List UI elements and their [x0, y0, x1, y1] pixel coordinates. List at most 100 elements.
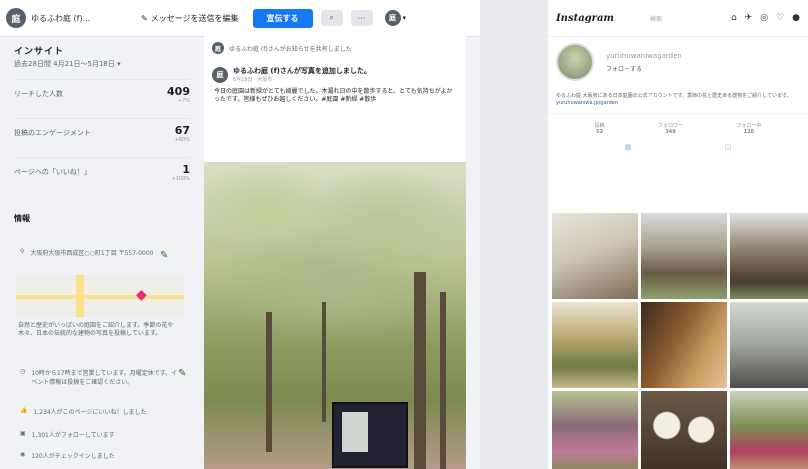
grid-photo[interactable] [552, 391, 638, 469]
grid-photo[interactable] [730, 213, 808, 299]
direct-icon[interactable]: ✈ [745, 13, 753, 23]
ig-nav-icons: ⌂ ✈ ◎ ♡ ● [731, 13, 800, 23]
edit-pencil-icon[interactable]: ✎ [160, 250, 168, 261]
tree-trunk [322, 302, 326, 422]
metric-label: 投稿のエンゲージメント [14, 129, 91, 137]
location-pin-icon: ⚲ [20, 248, 25, 255]
tagged-tab-icon[interactable]: ◫ [725, 143, 732, 151]
promote-button[interactable]: 宣伝する [252, 8, 313, 28]
likes-row: 👍 1,234人がこのページにいいね！しました [20, 407, 180, 416]
search-input[interactable]: 検索 [650, 14, 662, 23]
stat-followers[interactable]: フォロワー 349 [658, 122, 683, 135]
info-description: 自然と歴史がいっぱいの庭園をご紹介します。季節の花や木々、日本の伝統的な建物の写… [18, 322, 174, 337]
post-author[interactable]: ゆるふわ庭 (f)さんが写真を追加しました。 [233, 66, 371, 76]
metric-value: 67 +60% [175, 124, 190, 143]
edit-message-button[interactable]: ✎ メッセージを送信を編集 [141, 13, 239, 24]
address-text[interactable]: 大阪府大阪市西成区○○町1丁目 〒557-0000 [30, 248, 153, 257]
ig-stats: 投稿 52 フォロワー 349 フォロー中 120 [548, 113, 808, 139]
share-text: ゆるふわ庭 (f)さんがお知らせを共有しました [229, 45, 352, 53]
info-title: 情報 [14, 214, 30, 223]
grid-photo[interactable] [730, 302, 808, 388]
grid-photo[interactable] [552, 213, 638, 299]
stat-label: フォロー中 [736, 123, 762, 129]
metric-engagement[interactable]: 投稿のエンゲージメント 67 +60% [14, 118, 190, 147]
more-options-icon[interactable]: ··· [350, 10, 373, 26]
followers-row: ▣ 1,301人がフォローしています [20, 430, 180, 439]
post-author-avatar[interactable]: 庭 [212, 66, 228, 83]
ig-bio: ゆるふわ庭 大阪府にある日本庭園の公式アカウントです。季節の花と歴史ある建物をご… [548, 87, 808, 113]
likes-text: 1,234人がこのページにいいね！しました [33, 409, 147, 416]
stat-value: 120 [743, 129, 755, 135]
window-gap [480, 0, 548, 469]
followers-text: 1,301人がフォローしています [31, 432, 115, 439]
stat-value: 349 [665, 129, 676, 135]
post-avatar-small[interactable]: 庭 [212, 42, 224, 54]
post-body: 今日の庭園は新緑がとても綺麗でした。木漏れ日の中を散歩すると、とても気持ちがよか… [214, 88, 453, 103]
metric-value: 409 +7% [167, 85, 190, 104]
explore-icon[interactable]: ◎ [760, 13, 768, 23]
metric-number: 409 [167, 84, 190, 98]
insights-period[interactable]: 過去28日間 4月21日〜5月18日 ▾ [14, 59, 190, 69]
address-row: ⚲ 大阪府大阪市西成区○○町1丁目 〒557-0000 [20, 248, 180, 257]
stat-value: 52 [596, 129, 604, 135]
ig-username: yuruhuwaniwagarden [606, 51, 682, 60]
grid-photo[interactable] [552, 302, 638, 388]
chevron-down-icon[interactable]: ▾ [403, 14, 407, 22]
bio-text: ゆるふわ庭 大阪府にある日本庭園の公式アカウントです。季節の花と歴史ある建物をご… [556, 93, 792, 99]
metric-value: 1 +100% [172, 163, 190, 182]
metric-change: +60% [174, 136, 190, 143]
post-author-header: 庭 ゆるふわ庭 (f)さんが写真を追加しました。 5月18日 · 大阪市 · [204, 60, 466, 83]
page-name[interactable]: ゆるふわ庭 (f)... [31, 13, 111, 24]
instagram-page: Instagram 検索 ⌂ ✈ ◎ ♡ ● yuruhuwaniwagarde… [548, 0, 808, 469]
checkin-text: 120人がチェックインしました [31, 453, 115, 460]
instagram-logo[interactable]: Instagram [556, 13, 614, 24]
page-avatar[interactable]: 庭 [6, 8, 26, 28]
post-photo[interactable] [204, 162, 466, 469]
home-icon[interactable]: ⌂ [731, 13, 737, 23]
profile-icon[interactable]: ● [792, 13, 800, 23]
clock-icon: ◷ [20, 368, 26, 375]
metric-label: ページへの「いいね！」 [14, 168, 91, 176]
edit-pencil-icon[interactable]: ✎ [178, 368, 186, 379]
grid-tab-icon[interactable]: ▦ [625, 143, 632, 151]
metric-change: +100% [171, 175, 190, 182]
ig-profile-avatar[interactable] [556, 43, 594, 81]
insights-title: インサイト [14, 47, 65, 57]
feed-post: 庭 ゆるふわ庭 (f)さんがお知らせを共有しました 庭 ゆるふわ庭 (f)さんが… [204, 36, 466, 469]
account-avatar[interactable]: 庭 [384, 10, 401, 26]
grid-photo[interactable] [641, 213, 727, 299]
ig-top-bar: Instagram 検索 ⌂ ✈ ◎ ♡ ● [548, 0, 808, 37]
fb-top-bar: 庭 ゆるふわ庭 (f)... ✎ メッセージを送信を編集 宣伝する ⌕ ··· … [0, 0, 480, 37]
checkin-icon: ◉ [20, 451, 26, 458]
follow-icon: ▣ [20, 430, 26, 437]
stat-label: フォロワー [657, 123, 683, 129]
metric-label: リーチした人数 [14, 90, 63, 98]
insights-panel: インサイト 過去28日間 4月21日〜5月18日 ▾ リーチした人数 409 +… [14, 44, 190, 186]
stat-following[interactable]: フォロー中 120 [736, 122, 761, 135]
post-share-header: 庭 ゆるふわ庭 (f)さんがお知らせを共有しました [204, 36, 466, 60]
grid-photo[interactable] [730, 391, 808, 469]
checkin-row: ◉ 120人がチェックインしました [20, 451, 180, 460]
map-road [16, 295, 184, 299]
metric-likes[interactable]: ページへの「いいね！」 1 +100% [14, 157, 190, 186]
search-icon[interactable]: ⌕ [320, 10, 343, 26]
hours-row: ◷ 10時から17時まで営業しています。月曜定休です。イベント情報は投稿をご確認… [20, 368, 180, 386]
pencil-icon: ✎ [141, 13, 148, 23]
ig-tabs: ▦ ◫ [548, 139, 808, 155]
metric-reach[interactable]: リーチした人数 409 +7% [14, 79, 190, 108]
heart-icon[interactable]: ♡ [776, 13, 784, 23]
stat-label: 投稿 [594, 123, 605, 129]
tree-trunk [266, 312, 272, 452]
bio-link[interactable]: yuruhuwaniwa.jp/garden [556, 100, 800, 107]
location-map[interactable]: ◆ [16, 275, 184, 317]
facebook-page: 庭 ゆるふわ庭 (f)... ✎ メッセージを送信を編集 宣伝する ⌕ ··· … [0, 0, 480, 469]
grid-photo[interactable] [641, 302, 727, 388]
garden-sign [332, 402, 408, 468]
follow-button[interactable]: フォローする [606, 64, 682, 73]
metric-number: 67 [174, 123, 190, 137]
grid-photo[interactable] [641, 391, 727, 469]
stat-posts[interactable]: 投稿 52 [595, 122, 605, 135]
map-marker-icon: ◆ [136, 287, 147, 303]
hours-text: 10時から17時まで営業しています。月曜定休です。イベント情報は投稿をご確認くだ… [31, 370, 178, 386]
ig-photo-grid [552, 213, 808, 469]
